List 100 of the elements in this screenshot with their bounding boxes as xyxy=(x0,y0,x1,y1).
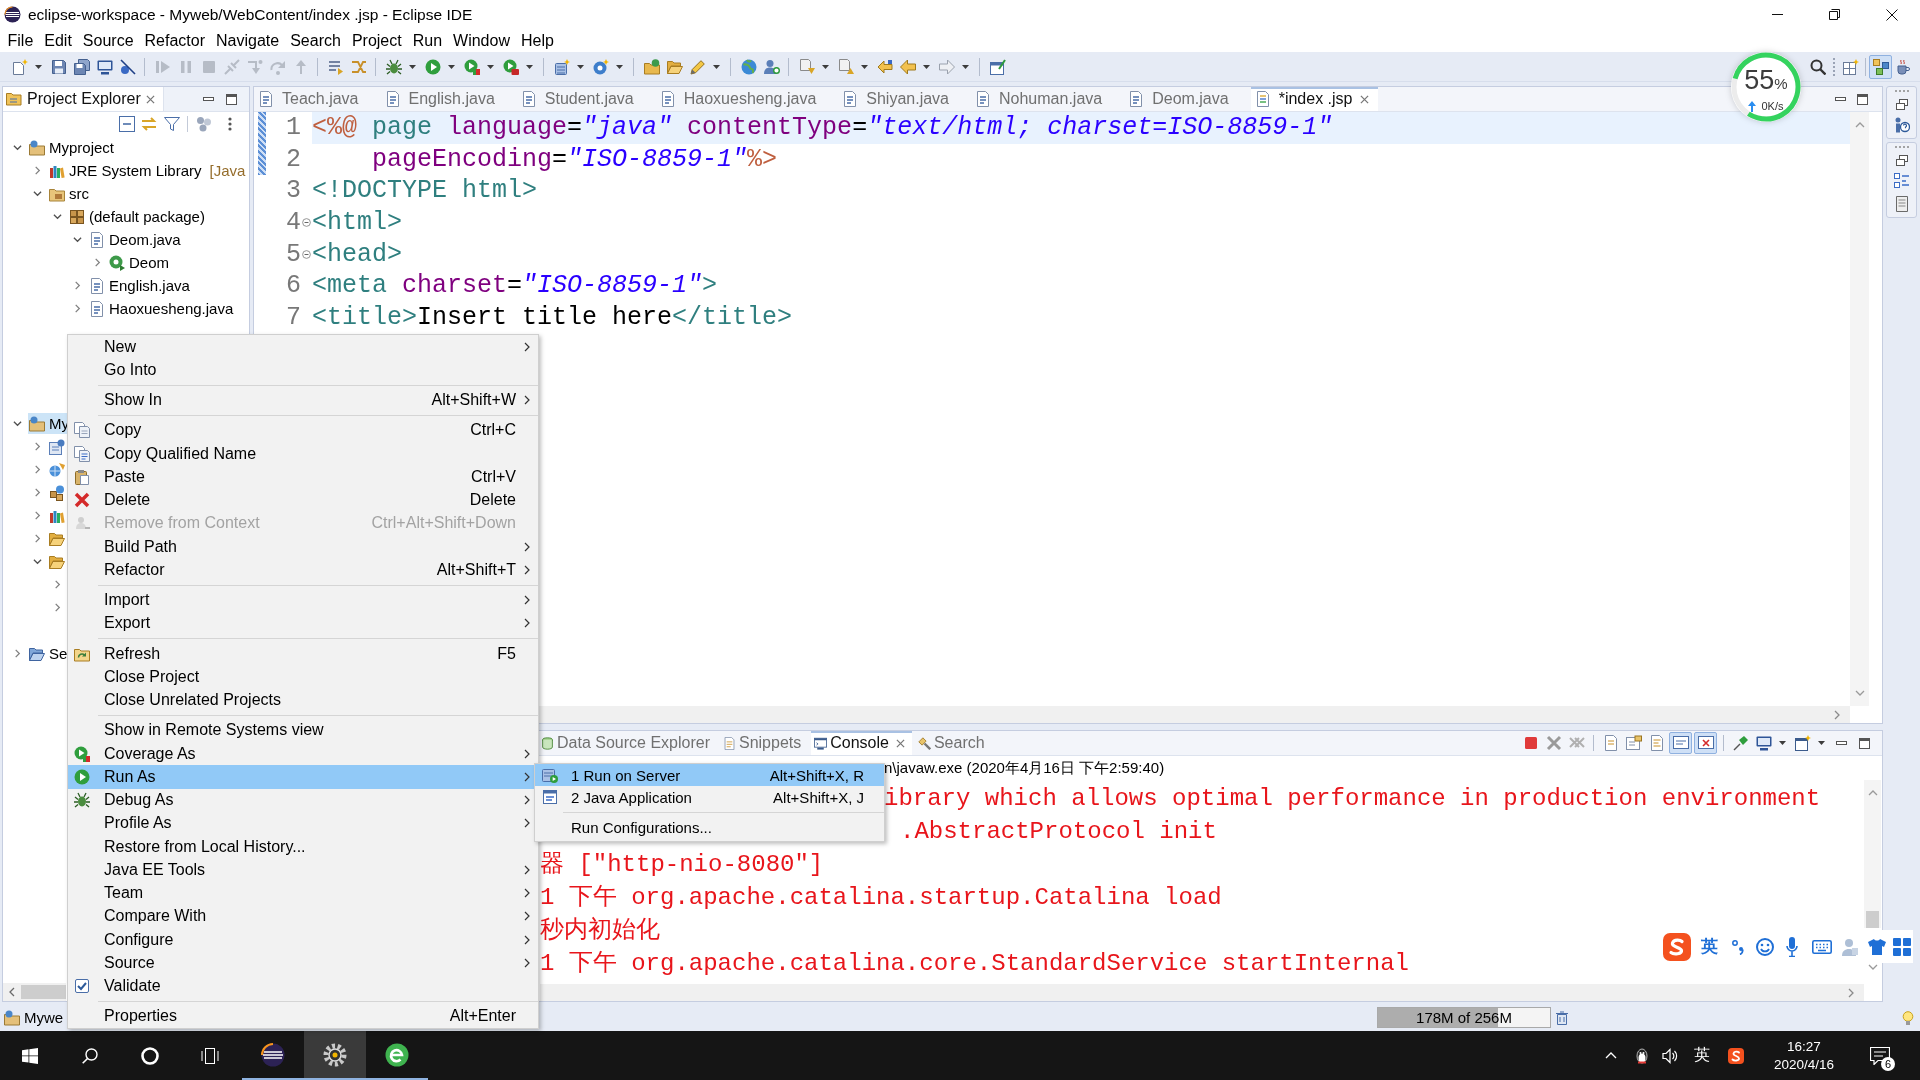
page-lines-icon[interactable] xyxy=(1893,196,1910,212)
window-pin-icon[interactable] xyxy=(989,58,1006,75)
caret-icon[interactable] xyxy=(577,64,584,69)
menu-bar-item[interactable]: Window xyxy=(447,31,516,50)
keyboard-icon[interactable] xyxy=(1812,939,1832,954)
menu-item[interactable]: Copy Ctrl+C xyxy=(68,418,538,442)
menu-item[interactable]: Source xyxy=(68,951,538,975)
speaker-icon[interactable] xyxy=(1662,1047,1678,1064)
view-menu-icon[interactable] xyxy=(228,117,232,131)
page-lines-icon[interactable] xyxy=(1648,735,1665,751)
toggle-button[interactable] xyxy=(1669,732,1692,754)
ime-logo-icon[interactable] xyxy=(1728,1047,1744,1064)
menu-bar-item[interactable]: Edit xyxy=(38,31,78,50)
menu-item[interactable]: Close Project xyxy=(68,665,538,689)
arrow-left-icon[interactable] xyxy=(899,58,916,75)
open-folder-icon[interactable] xyxy=(49,530,65,547)
menu-bar-item[interactable]: File xyxy=(2,31,39,50)
view-tab[interactable]: Console xyxy=(811,731,912,755)
menu-item[interactable]: Restore from Local History... xyxy=(68,835,538,859)
tree-item[interactable]: (default package) xyxy=(68,206,206,227)
tree-item[interactable]: Deom xyxy=(108,252,170,273)
chevron-icon[interactable] xyxy=(73,235,82,244)
play-circle-icon[interactable] xyxy=(424,58,441,75)
chevron-icon[interactable] xyxy=(13,649,22,658)
chevron-icon[interactable] xyxy=(73,304,82,313)
grid-icon[interactable] xyxy=(1893,937,1911,956)
caret-icon[interactable] xyxy=(822,64,829,69)
search-icon[interactable] xyxy=(1809,58,1826,75)
menu-item[interactable]: Copy Qualified Name xyxy=(68,442,538,466)
caret-icon[interactable] xyxy=(1779,741,1786,745)
restore-icon[interactable] xyxy=(1895,155,1908,166)
save-all-icon[interactable] xyxy=(73,58,90,75)
task-view-icon[interactable] xyxy=(201,1047,219,1064)
chevron-icon[interactable] xyxy=(33,511,42,520)
open-folder-icon[interactable] xyxy=(49,553,65,570)
menu-item[interactable]: Import xyxy=(68,588,538,612)
horizontal-scrollbar[interactable] xyxy=(3,983,66,1001)
window-tag-icon[interactable] xyxy=(1625,735,1642,751)
menu-item[interactable]: Configure xyxy=(68,928,538,952)
chevron-icon[interactable] xyxy=(33,488,42,497)
menu-bar-item[interactable]: Source xyxy=(77,31,140,50)
chevron-down-icon[interactable] xyxy=(1867,964,1878,970)
tree-item[interactable]: Deom.java xyxy=(88,229,182,250)
chevron-icon[interactable] xyxy=(33,465,42,474)
editor-tab[interactable]: Student.java xyxy=(516,87,656,111)
menu-bar-item[interactable]: Help xyxy=(515,31,560,50)
menu-bar-item[interactable]: Project xyxy=(346,31,408,50)
save-icon[interactable] xyxy=(50,58,67,75)
input-language-indicator[interactable]: 英 xyxy=(1688,1045,1716,1066)
chevron-left-icon[interactable] xyxy=(9,987,15,997)
boxes-dot-icon[interactable] xyxy=(49,484,65,501)
menu-item[interactable]: Validate xyxy=(68,974,538,998)
menu-item[interactable]: Show In Alt+Shift+W xyxy=(68,388,538,412)
chevron-icon[interactable] xyxy=(33,534,42,543)
caret-icon[interactable] xyxy=(409,64,416,69)
editor-tab[interactable]: *index .jsp xyxy=(1250,87,1379,111)
shirt-icon[interactable] xyxy=(1868,938,1886,955)
tree-item[interactable]: Myproject xyxy=(28,137,116,158)
menu-bar-item[interactable]: Navigate xyxy=(210,31,285,50)
drag-handle-icon[interactable] xyxy=(1894,90,1909,92)
chevron-icon[interactable] xyxy=(33,442,42,451)
view-tab[interactable]: Search xyxy=(914,731,992,755)
minimize-icon[interactable] xyxy=(203,97,214,101)
chevron-icon[interactable] xyxy=(13,419,22,428)
view-tab[interactable]: Project Explorer xyxy=(3,87,164,111)
chevron-icon[interactable] xyxy=(53,580,62,589)
menu-item[interactable]: Close Unrelated Projects xyxy=(68,688,538,712)
menu-item[interactable]: Profile As xyxy=(68,811,538,835)
tree-item[interactable]: Haoxuesheng.java xyxy=(88,298,235,319)
horizontal-scrollbar[interactable] xyxy=(540,984,1864,1001)
person-icon[interactable] xyxy=(763,58,780,75)
start-icon[interactable] xyxy=(22,1047,38,1064)
caret-icon[interactable] xyxy=(616,64,623,69)
slashed-dot-icon[interactable] xyxy=(119,58,136,75)
scrollbar-thumb[interactable] xyxy=(21,985,66,999)
grid-star-icon[interactable] xyxy=(1842,58,1859,75)
maximize-icon[interactable] xyxy=(1859,737,1870,749)
circles-icon[interactable] xyxy=(196,116,212,132)
chevron-icon[interactable] xyxy=(53,603,62,612)
menu-bar-item[interactable]: Refactor xyxy=(139,31,211,50)
submenu-item[interactable]: 2 Java Application Alt+Shift+X, J xyxy=(535,786,884,809)
chevron-icon[interactable] xyxy=(13,143,22,152)
open-folder-icon[interactable] xyxy=(666,58,683,75)
menu-item[interactable]: Go Into xyxy=(68,358,538,382)
menu-item[interactable]: Java EE Tools xyxy=(68,858,538,882)
submenu-item[interactable]: 1 Run on Server Alt+Shift+X, R xyxy=(535,764,884,787)
caret-icon[interactable] xyxy=(448,64,455,69)
view-tab[interactable]: Snippets xyxy=(719,731,809,755)
chevron-icon[interactable] xyxy=(53,212,62,221)
outline-icon[interactable] xyxy=(1893,173,1910,189)
menu-item[interactable]: Refresh F5 xyxy=(68,642,538,666)
globe-icon[interactable] xyxy=(49,461,65,478)
restore-icon[interactable] xyxy=(1829,9,1840,20)
close-icon[interactable] xyxy=(1885,8,1898,21)
caret-icon[interactable] xyxy=(923,64,930,69)
play-circle-box-icon[interactable] xyxy=(502,58,519,75)
caret-icon[interactable] xyxy=(526,64,533,69)
view-tab[interactable]: Data Source Explorer xyxy=(538,731,717,755)
menu-bar-item[interactable]: Search xyxy=(284,31,347,50)
microphone-icon[interactable] xyxy=(1786,936,1798,957)
